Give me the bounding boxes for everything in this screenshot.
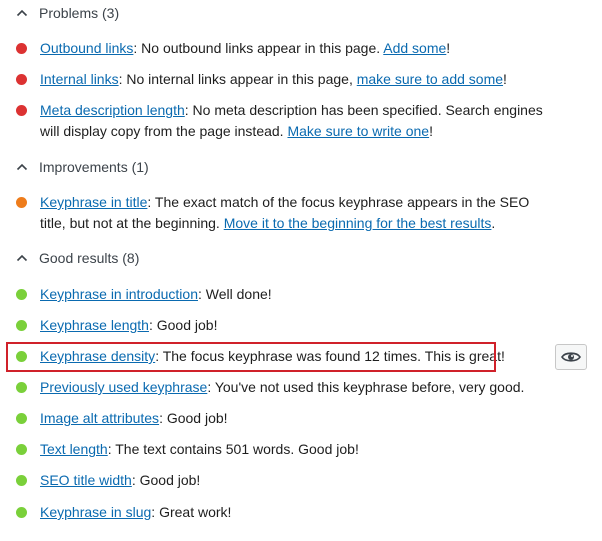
result-item: Keyphrase density: The focus keyphrase w… (16, 346, 556, 367)
chevron-up-icon (16, 9, 28, 17)
problem-status-dot (16, 43, 27, 54)
result-link-meta-description-length[interactable]: Meta description length (40, 102, 185, 118)
good-status-dot (16, 289, 27, 300)
section-toggle-problems[interactable]: Problems (3) (16, 5, 119, 21)
result-item: Outbound links: No outbound links appear… (16, 38, 556, 59)
result-link-outbound-links[interactable]: Outbound links (40, 40, 133, 56)
make-sure-to-add-some-link[interactable]: make sure to add some (357, 71, 503, 87)
good-status-dot (16, 444, 27, 455)
result-item: Keyphrase length: Good job! (16, 315, 556, 336)
good-status-dot (16, 320, 27, 331)
result-link-text-length[interactable]: Text length (40, 441, 108, 457)
result-link-image-alt-attributes[interactable]: Image alt attributes (40, 410, 159, 426)
result-link-keyphrase-length[interactable]: Keyphrase length (40, 317, 149, 333)
good-status-dot (16, 351, 27, 362)
problem-status-dot (16, 105, 27, 116)
result-link-keyphrase-in-slug[interactable]: Keyphrase in slug (40, 504, 151, 520)
good-status-dot (16, 475, 27, 486)
result-item: Text length: The text contains 501 words… (16, 439, 556, 460)
good-status-dot (16, 413, 27, 424)
result-item: Keyphrase in introduction: Well done! (16, 284, 556, 305)
add-some-link[interactable]: Add some (383, 40, 446, 56)
section-toggle-good-results[interactable]: Good results (8) (16, 250, 139, 266)
result-link-internal-links[interactable]: Internal links (40, 71, 119, 87)
section-title-problems: Problems (3) (39, 5, 120, 21)
result-link-seo-title-width[interactable]: SEO title width (40, 472, 132, 488)
result-item: Keyphrase in slug: Great work! (16, 502, 556, 523)
section-title-good-results: Good results (8) (39, 250, 140, 266)
result-item: Previously used keyphrase: You've not us… (16, 377, 556, 398)
result-link-keyphrase-in-title[interactable]: Keyphrase in title (40, 194, 147, 210)
result-item: Internal links: No internal links appear… (16, 69, 556, 90)
result-item: Keyphrase in title: The exact match of t… (16, 192, 556, 234)
good-status-dot (16, 507, 27, 518)
result-link-keyphrase-density[interactable]: Keyphrase density (40, 348, 155, 364)
move-to-beginning-link[interactable]: Move it to the beginning for the best re… (224, 215, 492, 231)
good-status-dot (16, 382, 27, 393)
section-toggle-improvements[interactable]: Improvements (1) (16, 159, 149, 175)
section-title-improvements: Improvements (1) (39, 159, 149, 175)
result-item: Image alt attributes: Good job! (16, 408, 556, 429)
eye-icon (561, 352, 581, 362)
make-sure-to-write-one-link[interactable]: Make sure to write one (287, 123, 429, 139)
mark-in-text-button[interactable] (555, 344, 587, 370)
result-item: Meta description length: No meta descrip… (16, 100, 556, 142)
chevron-up-icon (16, 163, 28, 171)
result-link-previously-used-keyphrase[interactable]: Previously used keyphrase (40, 379, 207, 395)
result-link-keyphrase-in-introduction[interactable]: Keyphrase in introduction (40, 286, 198, 302)
chevron-up-icon (16, 254, 28, 262)
improvement-status-dot (16, 197, 27, 208)
result-item: SEO title width: Good job! (16, 470, 556, 491)
problem-status-dot (16, 74, 27, 85)
